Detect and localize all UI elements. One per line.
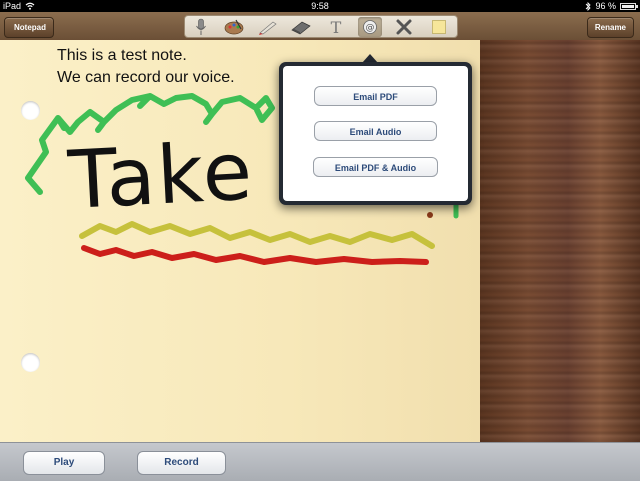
red-dot xyxy=(427,212,433,218)
battery-percent: 96 % xyxy=(595,1,616,11)
red-stroke xyxy=(81,245,429,265)
play-button[interactable]: Play xyxy=(23,451,105,475)
sticky-note-icon[interactable] xyxy=(427,17,451,37)
battery-icon xyxy=(620,2,638,10)
back-button-label: Notepad xyxy=(14,23,46,32)
bottom-toolbar: Play Record xyxy=(0,442,640,481)
clock: 9:58 xyxy=(311,1,329,11)
paint-palette-icon[interactable] xyxy=(222,17,246,37)
notepad-back-button[interactable]: Notepad xyxy=(4,17,54,38)
wood-background xyxy=(480,40,640,442)
microphone-icon[interactable] xyxy=(189,17,213,37)
pen-icon[interactable] xyxy=(256,17,280,37)
text-icon[interactable]: T xyxy=(324,17,348,37)
popover-body: Email PDF Email Audio Email PDF & Audio xyxy=(283,66,468,201)
email-icon[interactable]: @ xyxy=(358,17,382,37)
svg-text:@: @ xyxy=(366,23,375,33)
delete-icon[interactable] xyxy=(392,17,416,37)
top-toolbar: Notepad T @ Rename xyxy=(0,12,640,41)
rename-button[interactable]: Rename xyxy=(586,17,634,38)
record-button[interactable]: Record xyxy=(137,451,226,475)
email-pdf-button[interactable]: Email PDF xyxy=(314,86,437,106)
tool-tray: T @ xyxy=(184,15,458,38)
text-tool-glyph: T xyxy=(330,17,342,37)
eraser-icon[interactable] xyxy=(289,17,313,37)
yellow-stroke xyxy=(79,221,435,249)
status-bar: iPad 9:58 96 % xyxy=(0,0,640,12)
email-audio-button[interactable]: Email Audio xyxy=(314,121,437,141)
bluetooth-icon xyxy=(586,1,592,11)
email-popover: Email PDF Email Audio Email PDF & Audio xyxy=(279,62,472,205)
email-pdf-audio-button[interactable]: Email PDF & Audio xyxy=(313,157,438,177)
rename-button-label: Rename xyxy=(594,23,626,32)
